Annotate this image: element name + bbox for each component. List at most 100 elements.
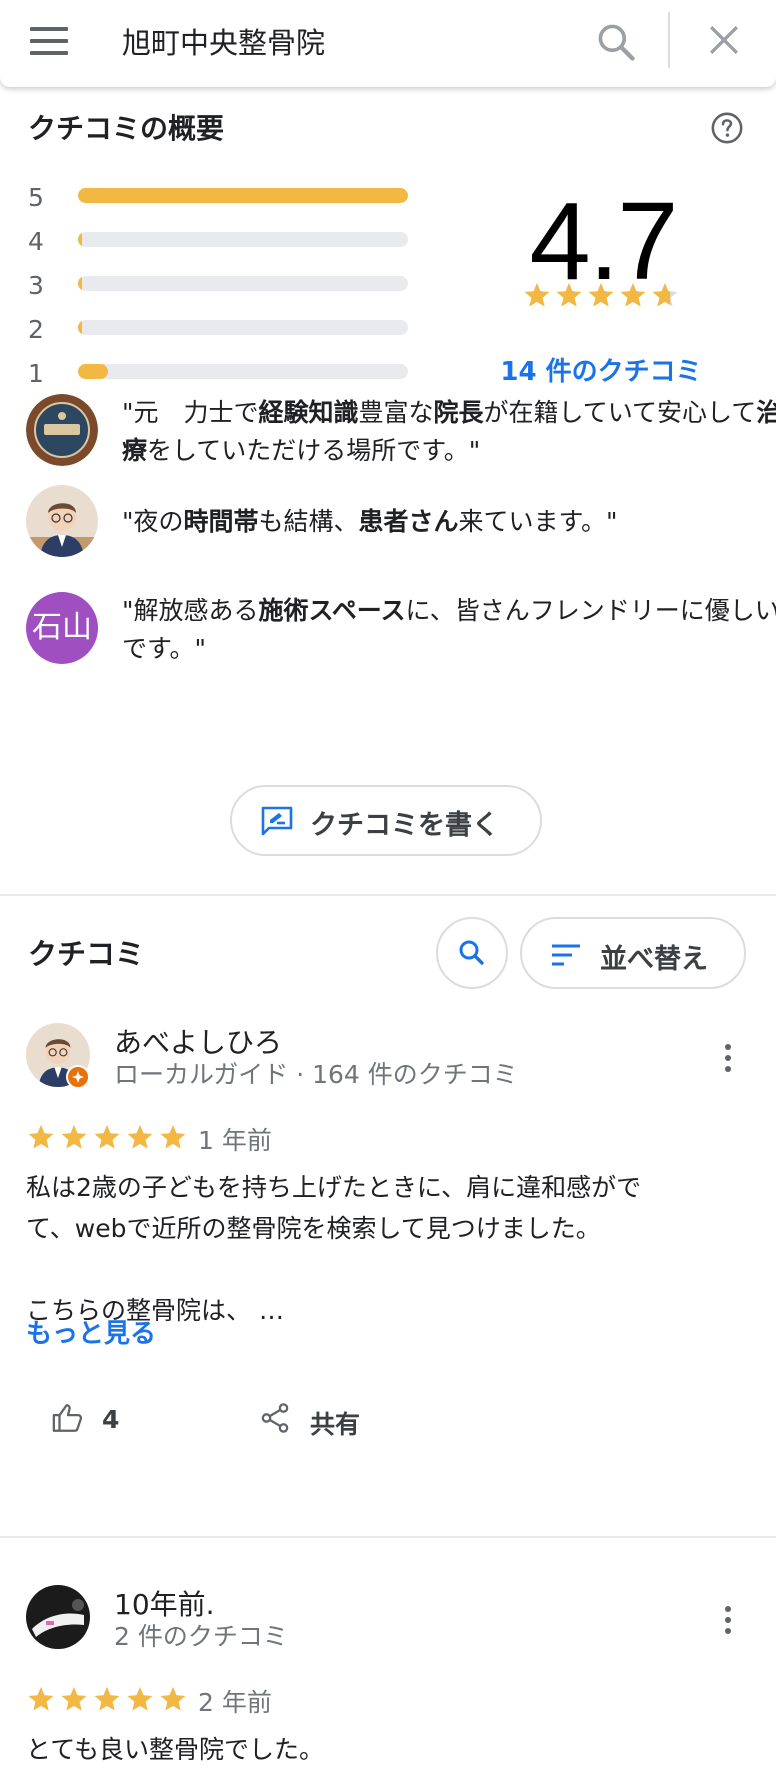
highlight-text: が在籍していて安心して [483,398,757,427]
rating-bar-fill [78,232,82,247]
search-reviews-button[interactable] [436,917,508,989]
like-count: 4 [102,1405,120,1434]
more-vert-icon[interactable] [718,1041,738,1075]
reviewer-avatar[interactable] [26,1585,90,1649]
highlight-keyword: 患者さん [358,507,459,536]
write-review-button[interactable]: クチコミを書く [230,785,542,856]
review-stars [28,1687,186,1711]
summary-title: クチコミの概要 [28,112,225,145]
star-filled [61,1687,87,1711]
star-filled [94,1125,120,1149]
review-text-line: 私は2歳の子どもを持ち上げたときに、肩に違和感がで [26,1173,642,1202]
cartoon-man-avatar [26,485,98,557]
star-filled [127,1125,153,1149]
reviews-page: クチコミの概要 54321 4.7 14 件のクチコミ "元 力士で経験知識豊富… [0,87,776,1778]
write-review-label: クチコミを書く [310,810,499,841]
search-icon [459,940,484,965]
review-text-line: とても良い整骨院でした。 [26,1735,325,1764]
highlight-keyword: 時間帯 [183,507,259,536]
highlight-item[interactable]: 石山 "解放感ある施術スペースに、皆さんフレンドリーに優しいです。" [26,592,776,672]
rating-bar-fill [78,188,408,203]
rating-bar-label: 3 [28,271,44,300]
review-age: 2 年前 [198,1688,272,1717]
rate-review-icon [261,806,293,836]
review-card: 10年前. 2 件のクチコミ 2 年前 とても良い整骨院でした。 [0,1585,776,1778]
star-filled [28,1687,54,1711]
search-bar: 旭町中央整骨院 [0,0,776,87]
section-divider [0,894,776,896]
star-filled [94,1687,120,1711]
highlight-text: 来ています。" [458,507,618,536]
star-filled [160,1687,186,1711]
search-query[interactable]: 旭町中央整骨院 [122,20,325,62]
more-vert-icon[interactable] [718,1603,738,1637]
share-button[interactable]: 共有 [258,1401,398,1443]
star-filled [620,283,646,307]
highlight-keyword: 院長 [433,398,484,427]
star-filled [160,1125,186,1149]
close-icon[interactable] [702,18,746,62]
rating-bar-row: 5 [28,183,418,232]
highlight-item[interactable]: "夜の時間帯も結構、患者さん来ています。" [26,485,756,561]
sumo-badge-avatar [26,394,98,466]
rating-bar-track [78,364,408,379]
highlight-text: も結構、 [258,507,359,536]
like-button[interactable]: 4 [50,1401,170,1443]
local-guide-badge-icon [66,1065,90,1089]
rating-bar-track [78,188,408,203]
rating-bar-label: 1 [28,359,44,388]
review-text-line: て、webで近所の整骨院を検索して見つけました。 [26,1214,601,1243]
rating-bar-fill [78,364,108,379]
read-more-link[interactable]: もっと見る [26,1313,156,1350]
star-filled [524,283,550,307]
rating-bar-label: 4 [28,227,44,256]
highlight-text: 豊富な [358,398,434,427]
star-filled [28,1125,54,1149]
rating-bar-row: 4 [28,227,418,276]
search-icon[interactable] [594,20,638,64]
hamburger-menu-icon[interactable] [30,27,68,55]
rating-bar-track [78,276,408,291]
review-age: 1 年前 [198,1126,272,1155]
highlight-keyword: 経験知識 [258,398,359,427]
highlight-item[interactable]: "元 力士で経験知識豊富な院長が在籍していて安心して治療をしていただける場所です… [26,394,776,474]
rating-bar-label: 5 [28,183,44,212]
review-text: とても良い整骨院でした。 [26,1729,746,1770]
reviewer-meta: 2 件のクチコミ [114,1622,288,1651]
rating-bar-fill [78,320,82,335]
share-label: 共有 [310,1410,361,1439]
review-stars [28,1125,186,1149]
sort-label: 並べ替え [600,944,708,975]
reviewer-meta: ローカルガイド · 164 件のクチコミ [114,1060,518,1089]
rating-distribution: 5 4 3 2 1 [28,183,418,408]
review-count-link[interactable]: 14 件のクチコミ [470,351,732,388]
star-filled [127,1687,153,1711]
sort-icon [552,944,580,966]
rating-bar-row: 3 [28,271,418,320]
help-icon[interactable] [710,111,744,145]
highlight-text: "解放感ある [122,596,259,625]
star-filled [556,283,582,307]
review-text-line [26,1249,746,1290]
average-rating-stars [524,283,678,307]
highlight-text: "元 力士で [122,398,259,427]
review-text: 私は2歳の子どもを持ち上げたときに、肩に違和感がで て、webで近所の整骨院を検… [26,1167,746,1331]
rating-bar-track [78,232,408,247]
rating-bar-label: 2 [28,315,44,344]
star-filled [588,283,614,307]
highlight-keyword: 施術スペース [258,596,406,625]
highlight-text: をしていただける場所です。" [147,436,481,465]
rating-bar-track [78,320,408,335]
divider [668,12,670,68]
highlight-quote: "元 力士で経験知識豊富な院長が在籍していて安心して治療をしていただける場所です… [122,394,776,470]
sort-button[interactable]: 並べ替え [520,917,746,989]
thumb-up-icon [52,1404,83,1432]
share-icon [261,1403,289,1433]
rating-bar-row: 2 [28,315,418,364]
section-divider [0,1536,776,1538]
reviews-title: クチコミ [28,937,145,971]
highlight-quote: "解放感ある施術スペースに、皆さんフレンドリーに優しいです。" [122,592,776,668]
initials-avatar: 石山 [26,592,98,664]
review-card: あべよしひろ ローカルガイド · 164 件のクチコミ 1 年前 私は2歳の子ど… [0,1023,776,1543]
highlight-text: "夜の [122,507,184,536]
